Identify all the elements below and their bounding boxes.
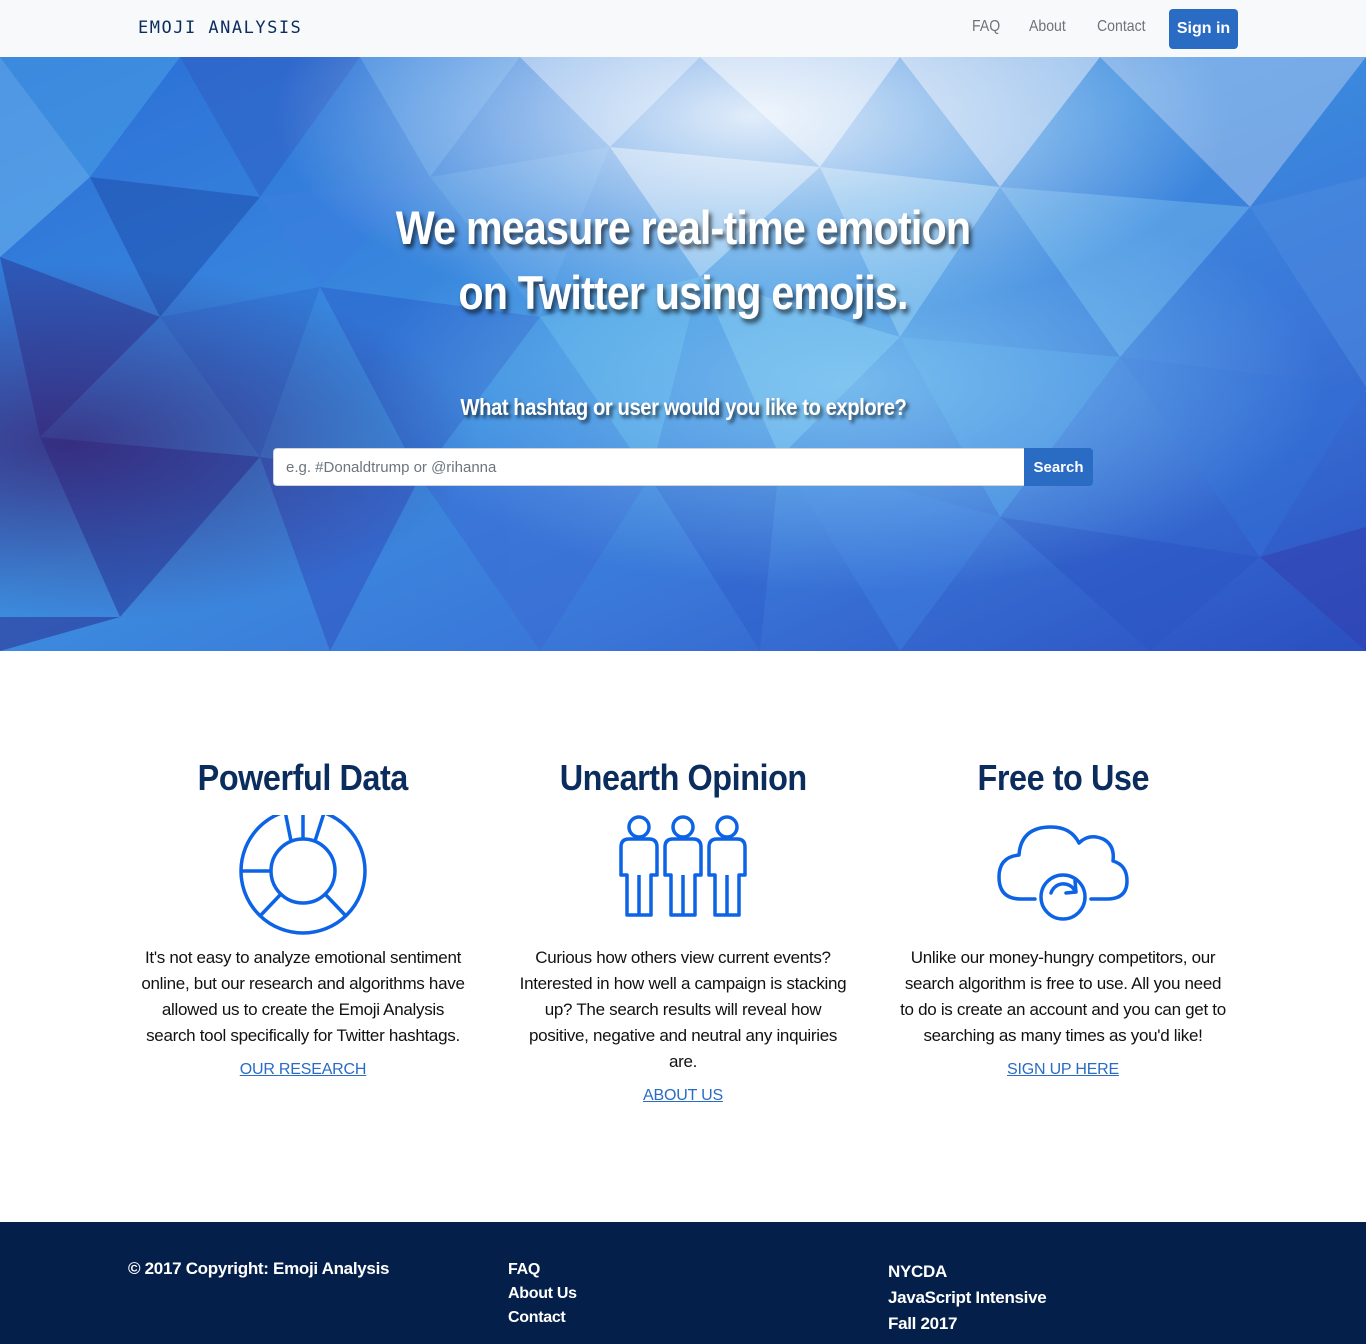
about-us-link[interactable]: ABOUT US <box>643 1087 723 1105</box>
footer-link-about-us[interactable]: About Us <box>508 1282 577 1306</box>
our-research-link[interactable]: OUR RESEARCH <box>240 1061 367 1079</box>
footer-info-program: JavaScript Intensive <box>888 1288 1047 1307</box>
hero-section: We measure real-time emotion on Twitter … <box>0 57 1366 651</box>
footer-links: FAQ About Us Contact <box>508 1258 577 1330</box>
brand-logo[interactable]: EMOJI ANALYSIS <box>138 18 302 38</box>
feature-description: It's not easy to analyze emotional senti… <box>141 948 465 1045</box>
feature-description: Unlike our money-hungry competitors, our… <box>900 948 1226 1045</box>
feature-title: Unearth Opinion <box>559 757 807 798</box>
people-icon <box>619 815 747 917</box>
footer-copyright: © 2017 Copyright: Emoji Analysis <box>128 1259 390 1278</box>
footer-link-faq[interactable]: FAQ <box>508 1258 577 1282</box>
nav-link-faq[interactable]: FAQ <box>972 18 1000 36</box>
hero-headline: We measure real-time emotion on Twitter … <box>0 195 1366 325</box>
nav-link-contact[interactable]: Contact <box>1097 18 1146 36</box>
feature-powerful-data: Powerful Data It's not easy to analyze e… <box>113 757 493 1079</box>
search-input[interactable] <box>273 448 1025 486</box>
footer: © 2017 Copyright: Emoji Analysis FAQ Abo… <box>0 1222 1366 1344</box>
footer-info-term: Fall 2017 <box>888 1314 958 1333</box>
feature-description: Curious how others view current events? … <box>519 948 847 1071</box>
top-navbar: EMOJI ANALYSIS FAQ About Contact Sign in <box>0 0 1366 57</box>
donut-chart-icon <box>239 815 367 935</box>
feature-title: Powerful Data <box>197 757 409 798</box>
cloud-sync-icon <box>997 825 1129 921</box>
footer-info: NYCDA JavaScript Intensive Fall 2017 <box>888 1259 1047 1337</box>
hero-headline-line-1: We measure real-time emotion <box>395 201 971 254</box>
nav-link-about[interactable]: About <box>1029 18 1066 36</box>
feature-free-to-use: Free to Use Unlike our money-hungry comp… <box>873 757 1253 1079</box>
low-poly-background <box>0 57 1366 651</box>
sign-in-button[interactable]: Sign in <box>1169 9 1238 49</box>
hero-headline-line-2: on Twitter using emojis. <box>458 266 908 319</box>
feature-title: Free to Use <box>977 757 1149 798</box>
sign-up-here-link[interactable]: SIGN UP HERE <box>1007 1061 1119 1079</box>
search-button[interactable]: Search <box>1024 448 1093 486</box>
footer-info-org: NYCDA <box>888 1262 947 1281</box>
search-prompt: What hashtag or user would you like to e… <box>0 394 1366 421</box>
footer-link-contact[interactable]: Contact <box>508 1306 577 1330</box>
feature-unearth-opinion: Unearth Opinion Curious how others view … <box>493 757 873 1105</box>
search-prompt-text: What hashtag or user would you like to e… <box>459 394 907 420</box>
